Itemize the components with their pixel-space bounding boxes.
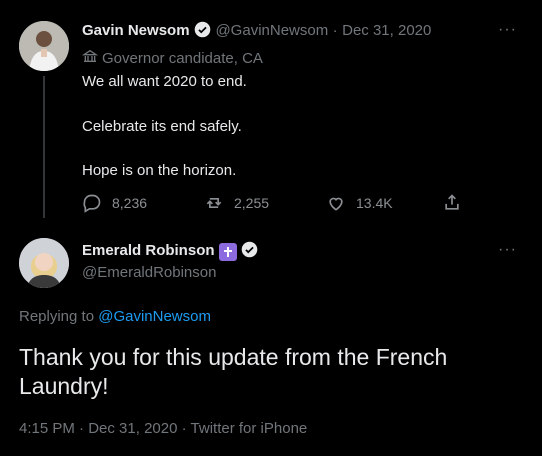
tweet1-label: Governor candidate, CA — [81, 48, 263, 68]
tweet2-time[interactable]: 4:15 PM — [19, 420, 75, 437]
tweet1-line-2: Celebrate its end safely. — [82, 118, 242, 135]
avatar-emerald-robinson[interactable] — [19, 238, 69, 288]
retweet-button[interactable]: 2,255 — [204, 193, 269, 213]
tweet2-text: Thank you for this update from the Frenc… — [19, 344, 448, 399]
share-icon — [445, 194, 459, 210]
tweet1-line-1: We all want 2020 to end. — [82, 73, 247, 90]
replying-to-handle[interactable]: @GavinNewsom — [98, 308, 211, 325]
reply-button[interactable]: 8,236 — [82, 193, 147, 213]
tweet1-label-text: Governor candidate, CA — [102, 49, 263, 67]
tweet1-header: Gavin Newsom @GavinNewsom · Dec 31, 2020 — [82, 21, 522, 45]
like-button[interactable]: 13.4K — [326, 193, 393, 213]
tweet1-date[interactable]: Dec 31, 2020 — [342, 22, 431, 39]
tweet2-handle[interactable]: @EmeraldRobinson — [82, 264, 216, 281]
replying-to-prefix: Replying to — [19, 308, 95, 325]
like-icon — [329, 197, 343, 211]
tweet2-source[interactable]: Twitter for iPhone — [191, 420, 308, 437]
tweet1-author-name[interactable]: Gavin Newsom — [82, 22, 190, 39]
retweet-count: 2,255 — [234, 195, 270, 211]
tweet2-author-name[interactable]: Emerald Robinson — [82, 242, 215, 259]
tweet1-line-3: Hope is on the horizon. — [82, 162, 237, 179]
tweet1-more-icon[interactable]: ··· — [498, 21, 517, 39]
tweet2-header: Emerald Robinson — [82, 241, 258, 261]
replying-to-line: Replying to @GavinNewsom — [19, 308, 211, 325]
reply-icon — [83, 194, 101, 213]
cross-icon — [218, 243, 237, 261]
verified-badge-icon — [241, 241, 258, 258]
reply-count: 8,236 — [112, 195, 148, 211]
share-button[interactable] — [442, 193, 462, 213]
tweet2-date[interactable]: Dec 31, 2020 — [88, 420, 177, 437]
thread-connector-line — [43, 76, 45, 218]
avatar-gavin-newsom[interactable] — [19, 21, 69, 71]
like-count: 13.4K — [356, 195, 393, 211]
tweet1-handle[interactable]: @GavinNewsom — [215, 22, 328, 39]
tweet1-separator: · — [332, 22, 338, 39]
government-building-icon — [81, 48, 99, 68]
tweet2-meta: 4:15 PM · Dec 31, 2020 · Twitter for iPh… — [19, 420, 308, 437]
tweet2-more-icon[interactable]: ··· — [498, 241, 517, 259]
verified-badge-icon — [194, 21, 211, 38]
retweet-icon — [206, 198, 222, 208]
